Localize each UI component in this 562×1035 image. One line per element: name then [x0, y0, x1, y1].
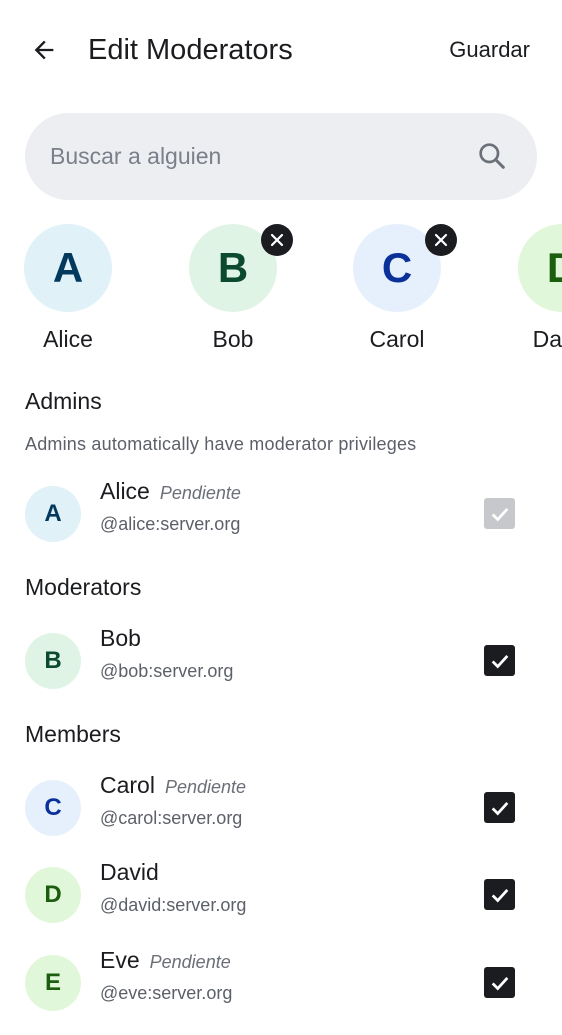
close-icon	[434, 233, 448, 247]
check-icon	[491, 507, 508, 521]
search-icon[interactable]	[476, 140, 508, 172]
section-title-moderators: Moderators	[25, 574, 142, 600]
selected-user: C Carol	[337, 224, 457, 353]
check-icon	[491, 801, 508, 815]
member-id: @bob:server.org	[100, 661, 234, 681]
avatar: D	[518, 224, 562, 312]
section-title-members: Members	[25, 721, 121, 747]
arrow-left-icon	[34, 40, 54, 60]
avatar: E	[25, 955, 81, 1011]
member-name: Carol Pendiente	[100, 772, 247, 798]
moderator-checkbox	[484, 498, 515, 529]
pending-label: Pendiente	[149, 952, 231, 972]
selected-user-name: Alice	[43, 326, 93, 352]
member-id: @david:server.org	[100, 895, 247, 915]
top-app-bar: Edit Moderators Guardar	[0, 0, 562, 100]
selected-user-name: Bob	[212, 326, 254, 352]
pending-label: Pendiente	[164, 777, 247, 797]
avatar: B	[189, 224, 293, 312]
member-row[interactable]: E Eve Pendiente @eve:server.org	[0, 947, 562, 1035]
remove-user-button[interactable]	[261, 224, 293, 256]
moderator-checkbox[interactable]	[484, 879, 515, 910]
avatar: D	[25, 867, 81, 923]
selected-users-row: A Alice B Bob C Carol D David	[0, 224, 562, 354]
check-icon	[491, 654, 508, 668]
check-icon	[491, 888, 508, 902]
selected-user: B Bob	[173, 224, 293, 353]
member-row[interactable]: A Alice Pendiente @alice:server.org	[0, 478, 562, 566]
member-row[interactable]: B Bob @bob:server.org	[0, 625, 562, 713]
avatar: A	[25, 486, 81, 542]
member-name: Alice Pendiente	[100, 478, 241, 504]
page-title: Edit Moderators	[88, 34, 293, 66]
member-name: Eve Pendiente	[100, 947, 231, 973]
member-id: @carol:server.org	[100, 808, 243, 828]
selected-user-name: David	[532, 326, 562, 352]
remove-user-button[interactable]	[425, 224, 457, 256]
avatar: B	[25, 633, 81, 689]
member-row[interactable]: D David @david:server.org	[0, 859, 562, 947]
save-button[interactable]: Guardar	[449, 32, 530, 68]
search-bar[interactable]	[25, 113, 537, 200]
search-input[interactable]	[50, 113, 470, 200]
close-icon	[270, 233, 284, 247]
member-name: David	[100, 859, 159, 885]
moderator-checkbox[interactable]	[484, 645, 515, 676]
selected-user-name: Carol	[369, 326, 425, 352]
selected-user: D David	[502, 224, 562, 353]
avatar: A	[24, 224, 112, 312]
member-id: @eve:server.org	[100, 983, 233, 1003]
moderator-checkbox[interactable]	[484, 967, 515, 998]
back-button[interactable]	[22, 28, 66, 72]
selected-user: A Alice	[8, 224, 128, 353]
check-icon	[491, 976, 508, 990]
member-row[interactable]: C Carol Pendiente @carol:server.org	[0, 772, 562, 860]
pending-label: Pendiente	[159, 483, 241, 503]
member-id: @alice:server.org	[100, 514, 241, 534]
avatar: C	[353, 224, 457, 312]
section-description-admins: Admins automatically have moderator priv…	[25, 434, 417, 454]
avatar: C	[25, 780, 81, 836]
member-name: Bob	[100, 625, 141, 651]
section-title-admins: Admins	[25, 388, 102, 414]
moderator-checkbox[interactable]	[484, 792, 515, 823]
